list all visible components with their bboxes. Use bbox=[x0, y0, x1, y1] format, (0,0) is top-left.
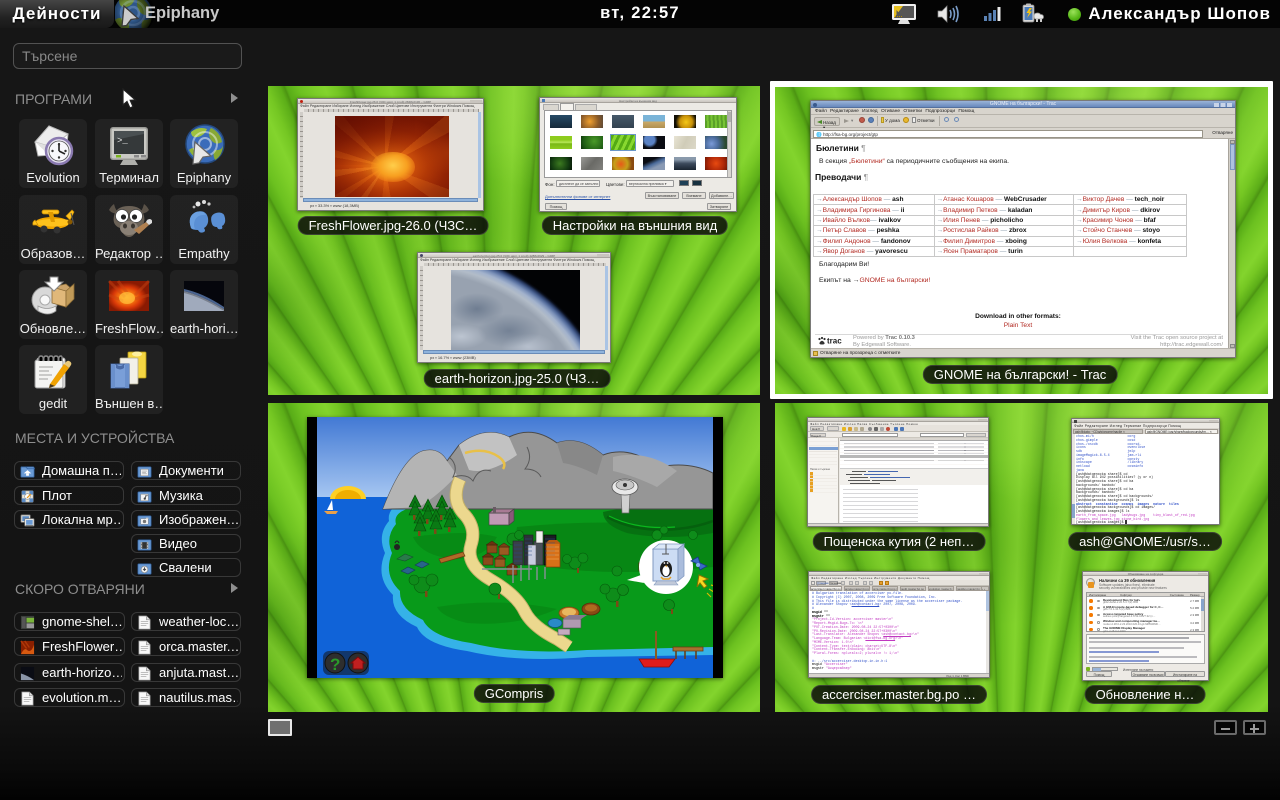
svg-text:trac: trac bbox=[827, 337, 842, 346]
svg-text:?: ? bbox=[330, 655, 340, 674]
svg-text:>_: >_ bbox=[117, 136, 128, 146]
